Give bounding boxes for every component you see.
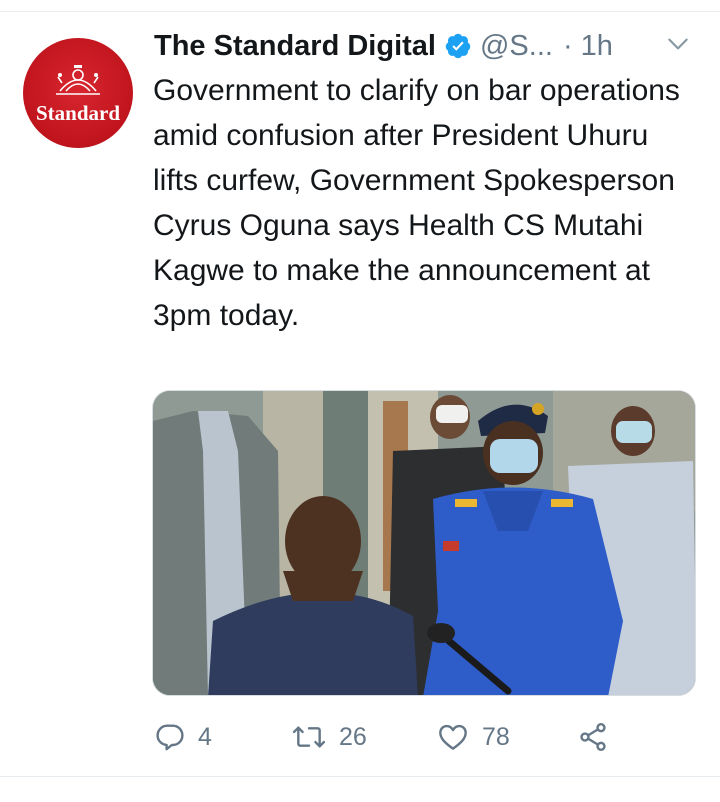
photo-illustration xyxy=(153,391,695,695)
tweet-text: Government to clarify on bar operations … xyxy=(153,74,680,332)
share-button[interactable] xyxy=(577,714,609,760)
heart-icon xyxy=(436,721,470,753)
verified-badge-icon xyxy=(444,32,472,60)
like-count: 78 xyxy=(482,722,510,751)
chevron-down-icon[interactable] xyxy=(664,30,692,58)
tweet-actions: 4 26 78 xyxy=(154,714,624,760)
reply-icon xyxy=(154,721,186,753)
tweet-header: The Standard Digital @S... · 1h xyxy=(154,26,699,66)
share-icon xyxy=(577,721,609,753)
tweet-photo[interactable] xyxy=(152,390,696,696)
tweet[interactable]: Standard The Standard Digital @S... · 1h… xyxy=(0,12,720,776)
handle[interactable]: @S... xyxy=(480,30,553,63)
separator-dot: · xyxy=(562,29,573,62)
standard-crest-icon xyxy=(56,64,100,95)
retweet-button[interactable]: 26 xyxy=(291,714,367,760)
avatar[interactable]: Standard xyxy=(23,38,133,148)
retweet-icon xyxy=(291,721,327,753)
retweet-count: 26 xyxy=(339,722,367,751)
like-button[interactable]: 78 xyxy=(436,714,510,760)
top-divider xyxy=(0,0,720,12)
reply-count: 4 xyxy=(198,722,212,751)
next-tweet-peek xyxy=(0,777,720,802)
avatar-logo-text: Standard xyxy=(35,100,121,125)
timestamp[interactable]: 1h xyxy=(581,30,613,63)
display-name[interactable]: The Standard Digital xyxy=(154,30,436,63)
reply-button[interactable]: 4 xyxy=(154,714,212,760)
